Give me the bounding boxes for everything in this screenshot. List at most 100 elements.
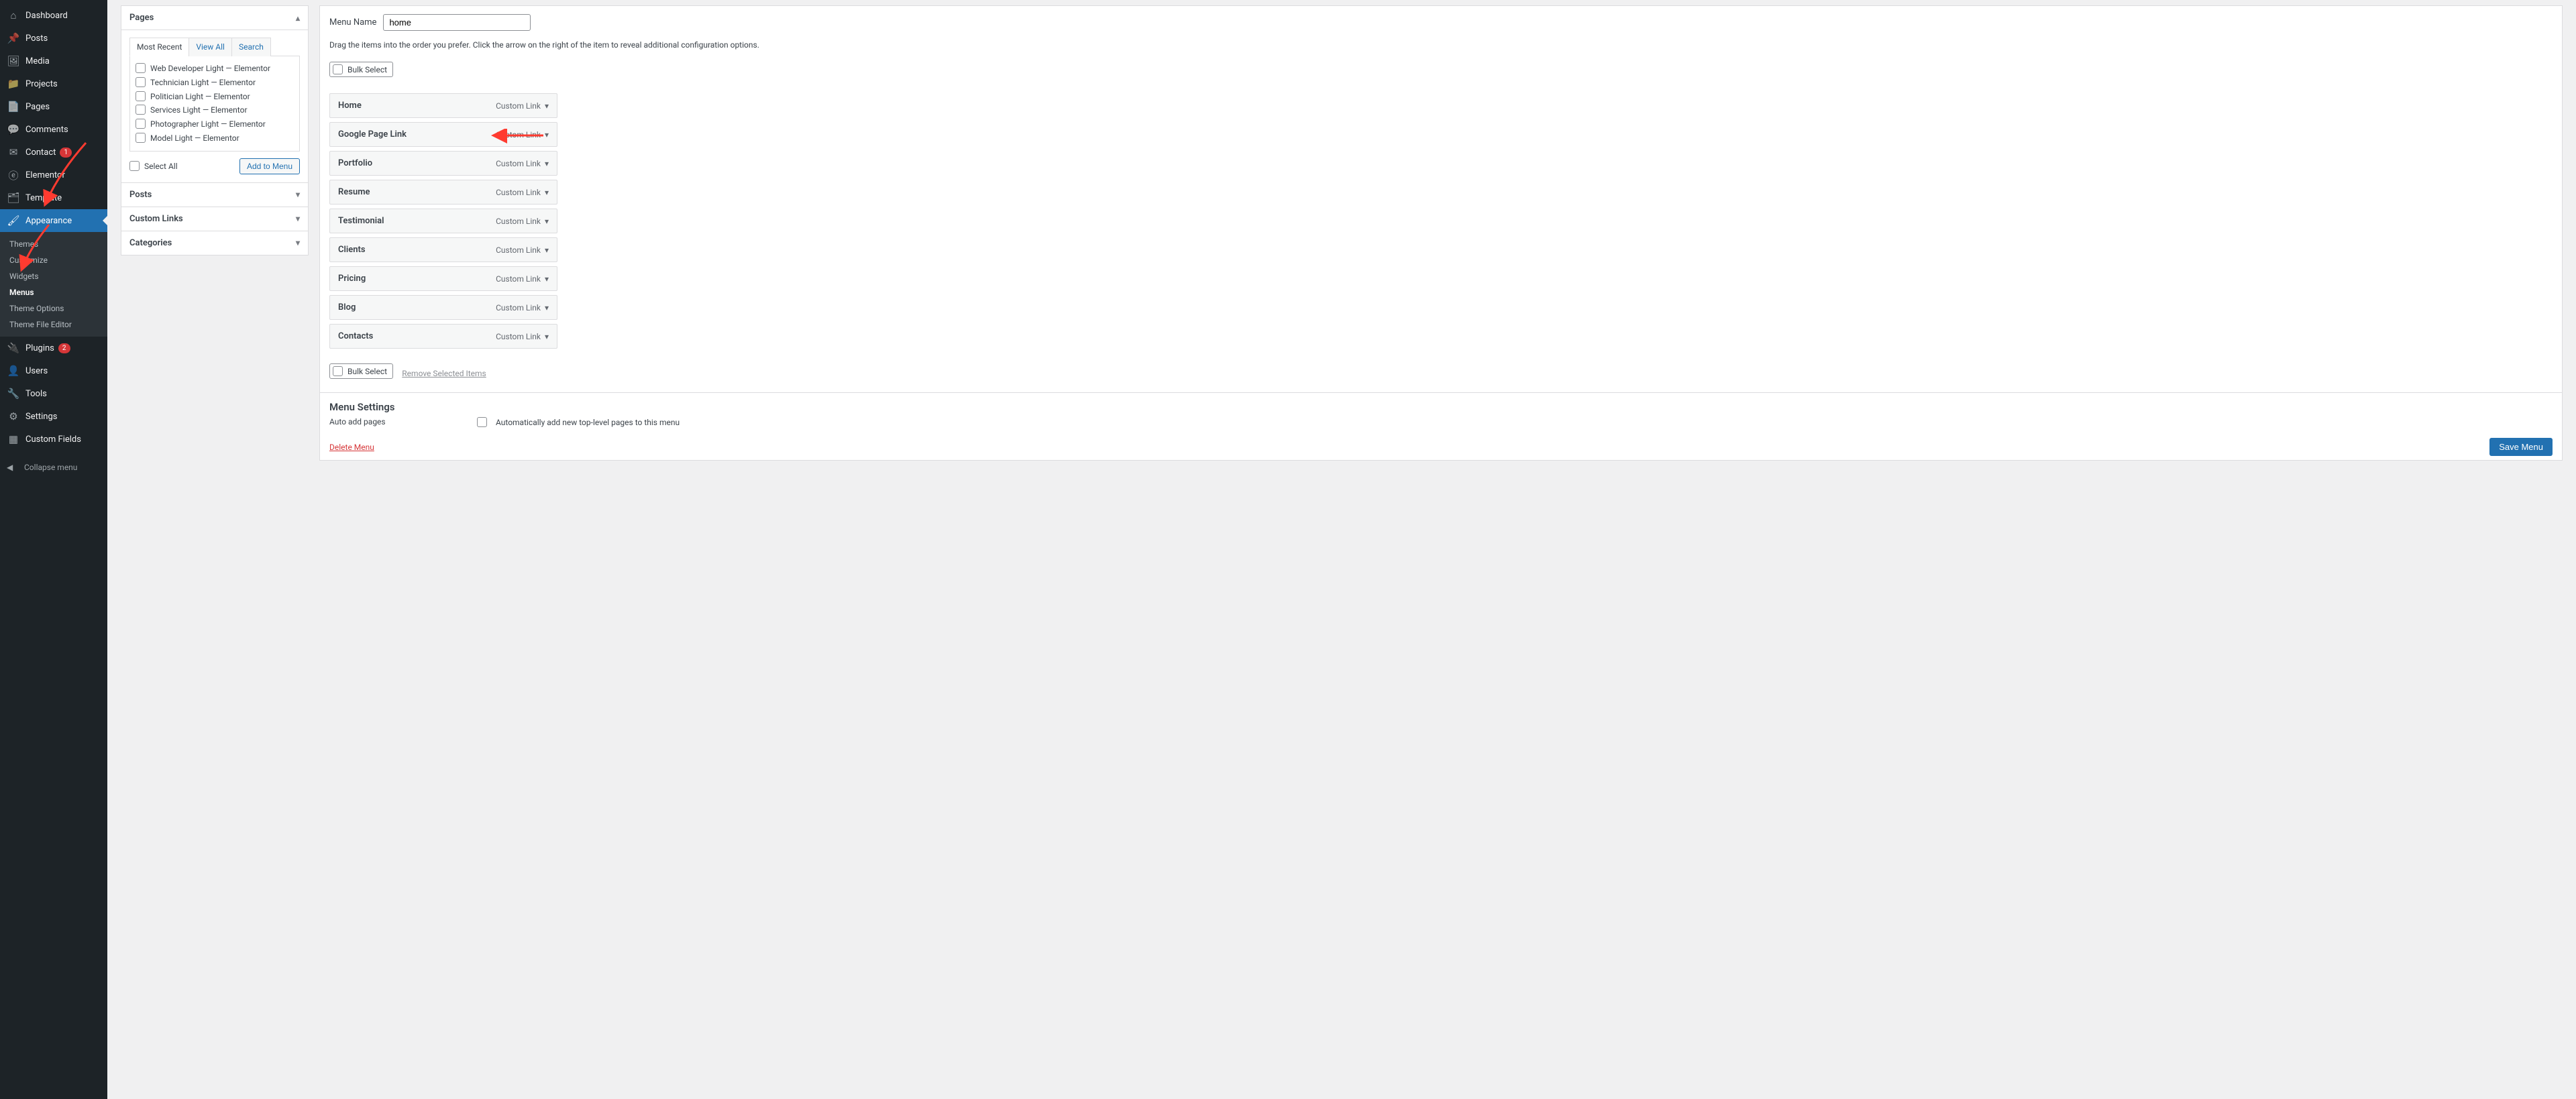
- pages-list: Web Developer Light — ElementorTechnicia…: [129, 56, 300, 152]
- chevron-down-icon[interactable]: ▾: [545, 130, 549, 139]
- menu-item-clients[interactable]: ClientsCustom Link▾: [329, 237, 557, 262]
- sidebar-item-users[interactable]: 👤Users: [0, 359, 107, 382]
- page-item[interactable]: Technician Light — Elementor: [136, 76, 294, 90]
- tab-search[interactable]: Search: [231, 38, 271, 56]
- submenu-item-themes[interactable]: Themes: [0, 236, 107, 252]
- menu-item-portfolio[interactable]: PortfolioCustom Link▾: [329, 151, 557, 176]
- collapse-icon: ◀: [7, 463, 20, 472]
- pages-tabs: Most Recent View All Search: [129, 37, 300, 56]
- sidebar-item-appearance[interactable]: 🖌Appearance: [0, 209, 107, 232]
- menu-name-input[interactable]: [383, 14, 531, 31]
- page-item[interactable]: Web Developer Light — Elementor: [136, 62, 294, 76]
- page-item-checkbox[interactable]: [136, 77, 146, 87]
- page-item[interactable]: Photographer Light — Elementor: [136, 117, 294, 131]
- page-item-checkbox[interactable]: [136, 119, 146, 129]
- auto-add-checkbox[interactable]: [477, 417, 487, 427]
- admin-sidebar: ⌂Dashboard📌Posts🖼Media📁Projects📄Pages💬Co…: [0, 0, 107, 1099]
- chevron-down-icon[interactable]: ▾: [545, 245, 549, 255]
- menu-item-google-page-link[interactable]: Google Page LinkCustom Link▾: [329, 122, 557, 147]
- page-item-checkbox[interactable]: [136, 91, 146, 101]
- sidebar-item-contact[interactable]: ✉Contact1: [0, 141, 107, 164]
- submenu-item-customize[interactable]: Customize: [0, 252, 107, 268]
- menu-item-testimonial[interactable]: Testimonial Custom Link ▾: [329, 209, 557, 233]
- select-all-checkbox[interactable]: [129, 161, 140, 171]
- page-item[interactable]: Politician Light — Elementor: [136, 90, 294, 104]
- sidebar-item-projects[interactable]: 📁Projects: [0, 72, 107, 95]
- tab-view-all[interactable]: View All: [189, 38, 232, 56]
- chevron-down-icon[interactable]: ▾: [545, 274, 549, 284]
- delete-menu-link[interactable]: Delete Menu: [329, 443, 374, 452]
- custom-links-accordion: Custom Links ▾: [121, 207, 309, 231]
- select-all[interactable]: Select All: [129, 161, 178, 171]
- sidebar-item-pages[interactable]: 📄Pages: [0, 95, 107, 118]
- chevron-down-icon[interactable]: ▾: [545, 159, 549, 168]
- page-item-checkbox[interactable]: [136, 63, 146, 73]
- bulk-select-checkbox[interactable]: [333, 64, 343, 74]
- sidebar-item-template[interactable]: 🗂Template: [0, 186, 107, 209]
- chevron-down-icon[interactable]: ▾: [545, 188, 549, 197]
- sidebar-item-tools[interactable]: 🔧Tools: [0, 382, 107, 405]
- menu-item-pricing[interactable]: PricingCustom Link▾: [329, 266, 557, 291]
- menu-name-label: Menu Name: [329, 17, 376, 27]
- pages-icon: 📄: [7, 100, 20, 113]
- auto-add-option[interactable]: Automatically add new top-level pages to…: [477, 417, 680, 427]
- menu-item-type: Custom Link: [496, 217, 541, 226]
- sidebar-item-plugins[interactable]: 🔌Plugins2: [0, 337, 107, 359]
- sidebar-item-posts[interactable]: 📌Posts: [0, 27, 107, 50]
- menu-item-type: Custom Link: [496, 332, 541, 341]
- menu-item-resume[interactable]: ResumeCustom Link▾: [329, 180, 557, 205]
- appearance-submenu: ThemesCustomizeWidgetsMenusTheme Options…: [0, 232, 107, 337]
- main-content: Pages ▴ Most Recent View All Search Web …: [107, 0, 2576, 1099]
- bulk-select-bottom[interactable]: Bulk Select: [329, 363, 393, 379]
- remove-selected-link[interactable]: Remove Selected Items: [402, 369, 486, 378]
- sidebar-item-elementor[interactable]: ⓔElementor: [0, 164, 107, 186]
- collapse-menu[interactable]: ◀Collapse menu: [0, 457, 107, 477]
- menu-item-title: Blog: [338, 302, 356, 312]
- sidebar-item-media[interactable]: 🖼Media: [0, 50, 107, 72]
- pages-accordion: Pages ▴ Most Recent View All Search Web …: [121, 5, 309, 183]
- settings-icon: ⚙: [7, 410, 20, 423]
- chevron-down-icon[interactable]: ▾: [545, 303, 549, 312]
- badge: 1: [60, 148, 72, 158]
- page-item-checkbox[interactable]: [136, 133, 146, 143]
- media-icon: 🖼: [7, 54, 20, 68]
- pages-accordion-header[interactable]: Pages ▴: [121, 6, 308, 30]
- chevron-down-icon[interactable]: ▾: [545, 217, 549, 226]
- chevron-down-icon[interactable]: ▾: [545, 101, 549, 111]
- posts-accordion-header[interactable]: Posts ▾: [121, 183, 308, 207]
- tab-most-recent[interactable]: Most Recent: [129, 38, 189, 56]
- menu-item-title: Resume: [338, 187, 370, 197]
- page-item-checkbox[interactable]: [136, 105, 146, 115]
- menu-item-title: Testimonial: [338, 216, 384, 226]
- categories-accordion: Categories ▾: [121, 231, 309, 255]
- collapse-icon: ▴: [296, 13, 300, 23]
- submenu-item-theme-file-editor[interactable]: Theme File Editor: [0, 316, 107, 333]
- categories-accordion-header[interactable]: Categories ▾: [121, 231, 308, 255]
- menu-item-blog[interactable]: Blog Custom Link ▾: [329, 295, 557, 320]
- posts-icon: 📌: [7, 32, 20, 45]
- custom-fields-icon: ▦: [7, 432, 20, 446]
- page-item[interactable]: Model Light — Elementor: [136, 131, 294, 146]
- sidebar-item-comments[interactable]: 💬Comments: [0, 118, 107, 141]
- plugins-icon: 🔌: [7, 341, 20, 355]
- submenu-item-widgets[interactable]: Widgets: [0, 268, 107, 284]
- sidebar-item-dashboard[interactable]: ⌂Dashboard: [0, 4, 107, 27]
- page-item[interactable]: Services Light — Elementor: [136, 103, 294, 117]
- menu-items-list: HomeCustom Link▾Google Page LinkCustom L…: [320, 85, 2562, 363]
- menu-item-type: Custom Link: [496, 101, 541, 111]
- bulk-select-top[interactable]: Bulk Select: [329, 62, 393, 77]
- custom-links-accordion-header[interactable]: Custom Links ▾: [121, 207, 308, 231]
- menu-item-home[interactable]: HomeCustom Link▾: [329, 93, 557, 118]
- chevron-down-icon[interactable]: ▾: [545, 332, 549, 341]
- submenu-item-theme-options[interactable]: Theme Options: [0, 300, 107, 316]
- menu-item-type: Custom Link: [496, 303, 541, 312]
- menu-item-type: Custom Link: [496, 130, 541, 139]
- menu-item-contacts[interactable]: Contacts Custom Link ▾: [329, 324, 557, 349]
- sidebar-item-settings[interactable]: ⚙Settings: [0, 405, 107, 428]
- sidebar-item-custom-fields[interactable]: ▦Custom Fields: [0, 428, 107, 451]
- bulk-select-checkbox-bottom[interactable]: [333, 366, 343, 376]
- save-menu-button[interactable]: Save Menu: [2489, 438, 2553, 456]
- submenu-item-menus[interactable]: Menus: [0, 284, 107, 300]
- menu-item-title: Contacts: [338, 331, 373, 341]
- add-to-menu-button[interactable]: Add to Menu: [239, 158, 300, 174]
